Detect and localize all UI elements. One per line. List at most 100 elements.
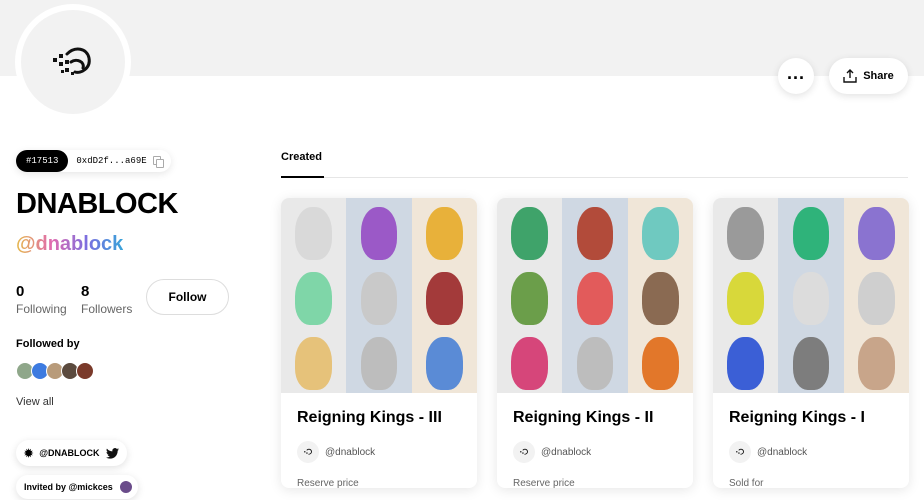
avatar — [118, 480, 133, 494]
copy-icon[interactable] — [152, 156, 164, 168]
portrait-face — [295, 207, 332, 261]
portrait-face — [642, 337, 679, 391]
artwork-tile — [562, 198, 628, 263]
portrait-face — [360, 337, 398, 391]
artwork-tile — [346, 263, 412, 328]
gear-icon: ✹ — [24, 447, 34, 460]
nft-artwork-image[interactable] — [497, 198, 693, 393]
portrait-face — [576, 272, 614, 326]
artwork-tile — [281, 198, 347, 263]
creator-handle: @dnablock — [757, 446, 808, 458]
artwork-tile — [497, 328, 563, 393]
nft-artwork-image[interactable] — [713, 198, 909, 393]
artwork-tile — [843, 328, 909, 393]
artwork-tile — [627, 263, 693, 328]
artwork-tile — [713, 263, 779, 328]
nft-price-label: Reserve price — [513, 478, 575, 488]
portrait-face — [642, 207, 679, 261]
portrait-face — [426, 207, 463, 261]
portrait-face — [511, 337, 548, 391]
portrait-face — [426, 337, 463, 391]
artwork-tile — [778, 328, 844, 393]
artwork-tile — [843, 263, 909, 328]
portrait-face — [295, 337, 332, 391]
profile-name: DNABLOCK — [16, 188, 178, 220]
portrait-face — [792, 207, 830, 261]
creator-handle: @dnablock — [541, 446, 592, 458]
nft-card[interactable]: Reigning Kings - III @dnablock Reserve pri… — [281, 198, 477, 488]
share-label: Share — [863, 70, 894, 82]
artwork-tile — [346, 198, 412, 263]
dnablock-logo-icon — [21, 10, 125, 114]
nft-creator[interactable]: @dnablock — [729, 441, 807, 463]
artwork-tile — [562, 263, 628, 328]
portrait-face — [576, 337, 614, 391]
token-id: #17513 — [16, 150, 69, 172]
following-label: Following — [16, 302, 67, 316]
artwork-tile — [411, 328, 477, 393]
nft-creator[interactable]: @dnablock — [513, 441, 591, 463]
nft-title[interactable]: Reigning Kings - II — [513, 409, 653, 427]
tab-active-indicator — [281, 176, 324, 178]
twitter-link[interactable]: ✹ @DNABLOCK — [16, 440, 127, 466]
artwork-tile — [346, 328, 412, 393]
wallet-badge: #17513 0xdD2f...a69E — [16, 150, 171, 172]
profile-avatar — [15, 4, 131, 120]
artwork-tile — [281, 263, 347, 328]
nft-price-label: Sold for — [729, 478, 764, 488]
portrait-face — [858, 207, 895, 261]
twitter-icon — [105, 447, 119, 459]
nft-title[interactable]: Reigning Kings - I — [729, 409, 865, 427]
artwork-tile — [497, 198, 563, 263]
nft-creator[interactable]: @dnablock — [297, 441, 375, 463]
artwork-tile — [843, 198, 909, 263]
follow-button[interactable]: Follow — [146, 279, 229, 315]
artwork-tile — [627, 328, 693, 393]
portrait-face — [792, 337, 830, 391]
portrait-face — [360, 272, 398, 326]
nft-card[interactable]: Reigning Kings - II @dnablock Reserve pric… — [497, 198, 693, 488]
portrait-face — [642, 272, 679, 326]
artwork-tile — [562, 328, 628, 393]
followers-count: 8 — [81, 283, 90, 300]
view-all-link[interactable]: View all — [16, 396, 54, 408]
tab-created[interactable]: Created — [281, 151, 322, 163]
followers-avatars[interactable] — [16, 362, 94, 380]
portrait-face — [858, 272, 895, 326]
artwork-tile — [627, 198, 693, 263]
dnablock-logo-icon — [729, 441, 751, 463]
portrait-face — [727, 207, 764, 261]
nft-card[interactable]: Reigning Kings - I @dnablock Sold for — [713, 198, 909, 488]
artwork-tile — [411, 198, 477, 263]
artwork-tile — [497, 263, 563, 328]
wallet-address: 0xdD2f...a69E — [76, 156, 147, 166]
following-count: 0 — [16, 283, 25, 300]
share-button[interactable]: Share — [829, 58, 908, 94]
creator-handle: @dnablock — [325, 446, 376, 458]
artwork-tile — [713, 198, 779, 263]
portrait-face — [858, 337, 895, 391]
invited-by-text: Invited by @mickces — [24, 482, 113, 492]
artwork-tile — [778, 263, 844, 328]
portrait-face — [727, 337, 764, 391]
artwork-tile — [281, 328, 347, 393]
more-options-button[interactable]: ... — [778, 58, 814, 94]
followed-by-label: Followed by — [16, 338, 80, 350]
dnablock-logo-icon — [513, 441, 535, 463]
nft-title[interactable]: Reigning Kings - III — [297, 409, 442, 427]
avatar[interactable] — [76, 362, 94, 380]
portrait-face — [727, 272, 764, 326]
nft-artwork-image[interactable] — [281, 198, 477, 393]
portrait-face — [511, 207, 548, 261]
followers-stat[interactable]: 8 Followers — [81, 283, 132, 316]
portrait-face — [511, 272, 548, 326]
following-stat[interactable]: 0 Following — [16, 283, 67, 316]
invited-by-badge[interactable]: Invited by @mickces — [16, 475, 138, 499]
nft-price-label: Reserve price — [297, 478, 359, 488]
followers-label: Followers — [81, 302, 133, 316]
twitter-handle: @DNABLOCK — [39, 448, 100, 458]
portrait-face — [360, 207, 398, 261]
portrait-face — [426, 272, 463, 326]
profile-handle: @dnablock — [16, 233, 124, 255]
artwork-tile — [778, 198, 844, 263]
